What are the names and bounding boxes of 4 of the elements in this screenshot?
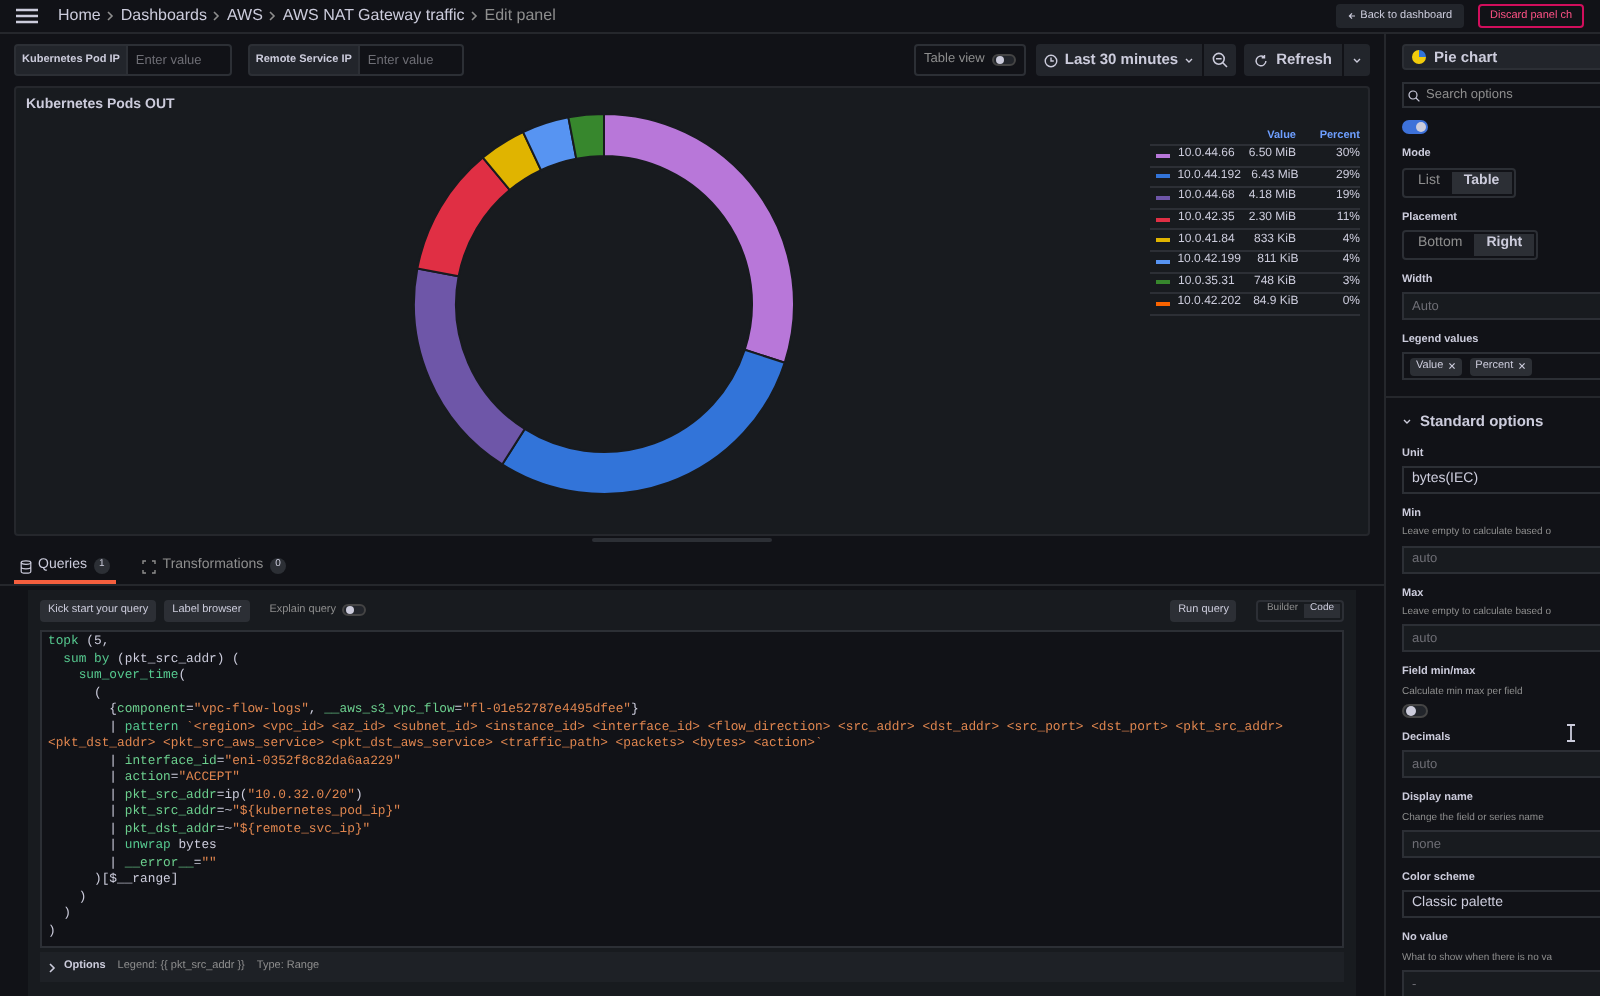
- breadcrumb-link[interactable]: Dashboards: [120, 4, 207, 28]
- breadcrumb-link[interactable]: AWS: [226, 4, 263, 28]
- breadcrumb-link[interactable]: Home: [58, 4, 101, 28]
- breadcrumb-link[interactable]: AWS NAT Gateway traffic: [282, 4, 465, 28]
